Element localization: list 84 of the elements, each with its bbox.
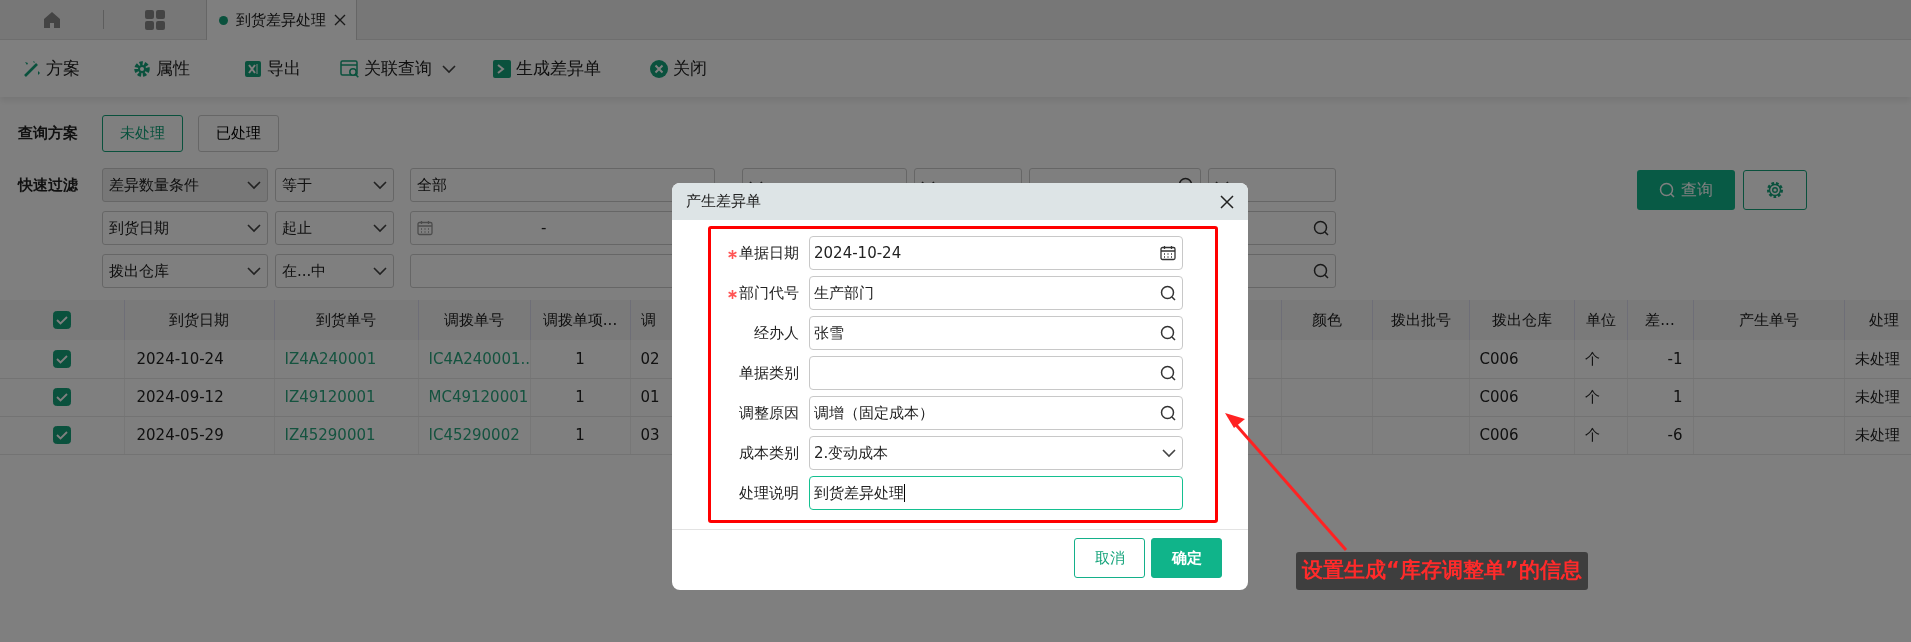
dropdown-field[interactable]: 2.变动成本: [809, 436, 1183, 470]
lookup-field[interactable]: [809, 356, 1183, 390]
column-header[interactable]: 到货日期: [169, 310, 229, 329]
dropdown-field[interactable]: 到货日期: [102, 211, 268, 245]
table-cell: 1: [575, 425, 585, 444]
close-circle-icon: [649, 58, 669, 79]
table-link[interactable]: IC4A240001..: [428, 349, 529, 368]
toolbar-button[interactable]: 生成差异单: [492, 55, 649, 82]
checkbox[interactable]: [52, 350, 71, 368]
table-cell: 未处理: [1854, 387, 1900, 406]
table-cell: 个: [1584, 425, 1600, 444]
table-cell: 01: [640, 387, 660, 406]
lookup-field[interactable]: 调增（固定成本）: [809, 396, 1183, 430]
field-label: 处理说明: [739, 482, 799, 504]
close-icon[interactable]: [1220, 194, 1234, 209]
table-link[interactable]: IC45290002: [428, 425, 520, 444]
text-cursor: [904, 484, 905, 502]
toolbar-button[interactable]: 方案: [22, 55, 132, 82]
column-header[interactable]: 到货单号: [316, 310, 376, 329]
scheme-option[interactable]: 未处理: [102, 115, 183, 152]
active-dot: [219, 15, 228, 25]
field-label: 经办人: [754, 322, 799, 344]
home-icon[interactable]: [42, 10, 61, 29]
toolbar-button[interactable]: 属性: [132, 55, 243, 82]
field-label: 成本类别: [739, 442, 799, 464]
table-cell: C006: [1479, 349, 1519, 368]
date-field[interactable]: 2024-10-24: [809, 236, 1183, 270]
dropdown-field[interactable]: 等于: [275, 168, 394, 202]
toolbar-button[interactable]: 导出: [243, 55, 340, 82]
table-cell: 未处理: [1854, 425, 1900, 444]
table-cell: 02: [640, 349, 660, 368]
table-cell: 未处理: [1854, 349, 1900, 368]
cancel-button[interactable]: 取消: [1074, 538, 1145, 578]
column-header[interactable]: 调: [640, 310, 656, 329]
terminal-icon: [492, 58, 512, 79]
column-header[interactable]: 颜色: [1311, 310, 1342, 329]
table-cell: 1: [575, 349, 585, 368]
tab[interactable]: 到货差异处理: [206, 0, 357, 40]
toolbar-button[interactable]: 关闭: [649, 55, 707, 82]
table-cell: 1: [1672, 387, 1683, 406]
checkbox[interactable]: [52, 426, 71, 445]
dropdown-field[interactable]: 起止: [275, 211, 394, 245]
table-cell: 个: [1584, 349, 1600, 368]
window-search-icon: [340, 58, 360, 79]
column-header[interactable]: 产生单号: [1738, 310, 1799, 329]
table-cell: -6: [1667, 425, 1683, 444]
grid-icon[interactable]: [145, 9, 165, 30]
input-field[interactable]: 到货差异处理: [809, 476, 1183, 510]
wand-icon: [22, 58, 42, 79]
tab-label[interactable]: 到货差异处理: [236, 8, 326, 32]
table-cell: 2024-05-29: [136, 425, 224, 444]
gear-icon: [132, 58, 152, 79]
filter-label: 快速过滤: [18, 175, 79, 196]
field-label: 单据类别: [739, 362, 799, 384]
lookup-field[interactable]: 生产部门: [809, 276, 1183, 310]
calendar-icon: [417, 220, 433, 236]
field-label: 部门代号: [739, 282, 799, 304]
confirm-button[interactable]: 确定: [1151, 538, 1222, 578]
settings-button[interactable]: [1743, 170, 1807, 210]
spreadsheet-icon: [243, 58, 263, 79]
table-cell: 2024-09-12: [136, 387, 224, 406]
filter-label: 查询方案: [18, 123, 79, 145]
scheme-option[interactable]: 已处理: [198, 115, 279, 152]
field-label: 调整原因: [739, 402, 799, 424]
calendar-icon: [1160, 245, 1176, 261]
checkbox[interactable]: [52, 311, 71, 330]
table-cell: 03: [640, 425, 660, 444]
range-separator: -: [541, 217, 547, 239]
table-cell: 2024-10-24: [136, 349, 224, 368]
table-cell: 个: [1584, 387, 1600, 406]
table-cell: C006: [1479, 425, 1519, 444]
table-cell: 1: [575, 387, 585, 406]
checkbox[interactable]: [52, 388, 71, 407]
table-cell: C006: [1479, 387, 1519, 406]
table-cell: -1: [1667, 349, 1683, 368]
annotation-text: 设置生成“库存调整单”的信息: [1296, 552, 1588, 590]
field-label: 单据日期: [739, 242, 799, 264]
dropdown-field[interactable]: 拨出仓库: [102, 254, 268, 288]
toolbar-button[interactable]: 关联查询: [340, 55, 492, 82]
table-link[interactable]: MC49120001: [428, 387, 529, 406]
dropdown-field[interactable]: 差异数量条件: [102, 168, 268, 202]
settings-icon: [1765, 180, 1785, 200]
dropdown-field[interactable]: 在...中: [275, 254, 394, 288]
lookup-field[interactable]: 张雪: [809, 316, 1183, 350]
